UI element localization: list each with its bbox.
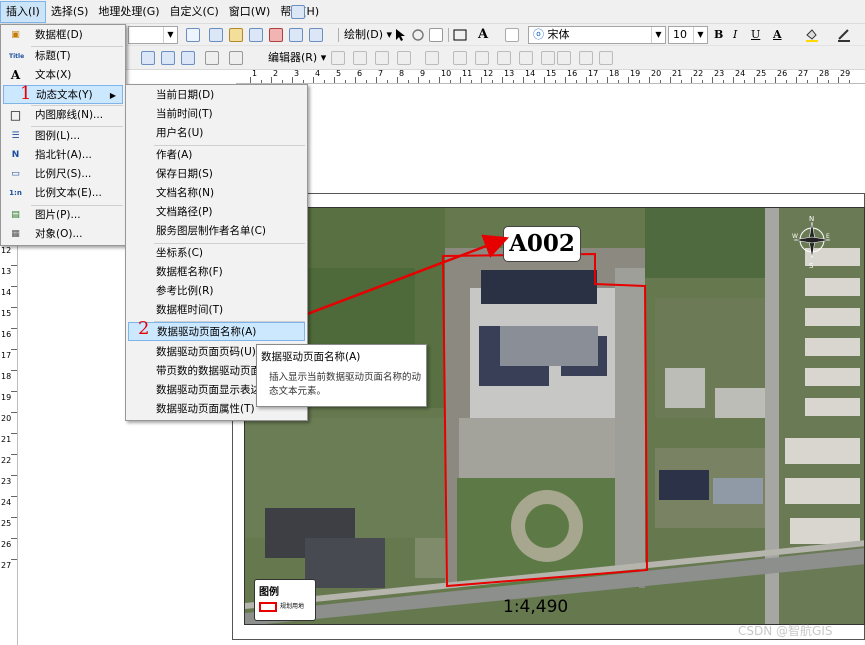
dt-current-time[interactable]: 当前时间(T) (128, 105, 305, 124)
step-2-marker: 2 (138, 318, 150, 339)
title-icon: Title (9, 53, 25, 60)
watermark: CSDN @智航GIS (738, 624, 833, 638)
insert-legend[interactable]: ☰ 图例(L)... (3, 127, 123, 146)
dt-current-date[interactable]: 当前日期(D) (128, 86, 305, 105)
dt-data-frame-name[interactable]: 数据框名称(F) (128, 263, 305, 282)
tooltip-title: 数据驱动页面名称(A) (261, 351, 361, 363)
tooltip-body: 插入显示当前数据驱动页面名称的动态文本元素。 (269, 372, 422, 397)
dt-document-name[interactable]: 文档名称(N) (128, 184, 305, 203)
picture-icon: ▤ (11, 210, 20, 220)
dt-document-path[interactable]: 文档路径(P) (128, 203, 305, 222)
north-arrow-icon: N (11, 150, 20, 160)
step-1-marker: 1 (20, 83, 32, 104)
legend-icon: ☰ (11, 131, 20, 141)
dt-reference-scale[interactable]: 参考比例(R) (128, 282, 305, 301)
tooltip: 数据驱动页面名称(A) 插入显示当前数据驱动页面名称的动态文本元素。 (256, 344, 427, 407)
dt-user-name[interactable]: 用户名(U) (128, 124, 305, 143)
insert-title[interactable]: Title 标题(T) (3, 47, 123, 66)
text-icon: A (10, 68, 21, 82)
dt-data-frame-time[interactable]: 数据框时间(T) (128, 301, 305, 320)
neatline-icon: □ (9, 108, 22, 122)
dt-coordinate-system[interactable]: 坐标系(C) (128, 244, 305, 263)
insert-scale-bar[interactable]: ▭ 比例尺(S)... (3, 165, 123, 184)
dt-author[interactable]: 作者(A) (128, 146, 305, 165)
dt-saved-date[interactable]: 保存日期(S) (128, 165, 305, 184)
scale-text-icon: 1:n (9, 189, 22, 197)
insert-data-frame[interactable]: ▣ 数据框(D) (3, 26, 123, 45)
insert-menu: ▣ 数据框(D) Title 标题(T) A 文本(X) 动态文本(Y) ▶ □ 内图廓线… (0, 24, 126, 246)
scale-bar-icon: ▭ (11, 169, 20, 179)
submenu-arrow-icon: ▶ (109, 91, 116, 100)
insert-neatline[interactable]: □ 内图廓线(N)... (3, 106, 123, 125)
insert-picture[interactable]: ▤ 图片(P)... (3, 206, 123, 225)
insert-object[interactable]: ▦ 对象(O)... (3, 225, 123, 244)
insert-north-arrow[interactable]: N 指北针(A)... (3, 146, 123, 165)
dt-service-layer-credits[interactable]: 服务图层制作者名单(C) (128, 222, 305, 241)
insert-scale-text[interactable]: 1:n 比例文本(E)... (3, 184, 123, 203)
dt-ddp-page-name[interactable]: 数据驱动页面名称(A) (128, 322, 305, 341)
data-frame-icon: ▣ (11, 30, 20, 40)
object-icon: ▦ (11, 229, 20, 239)
